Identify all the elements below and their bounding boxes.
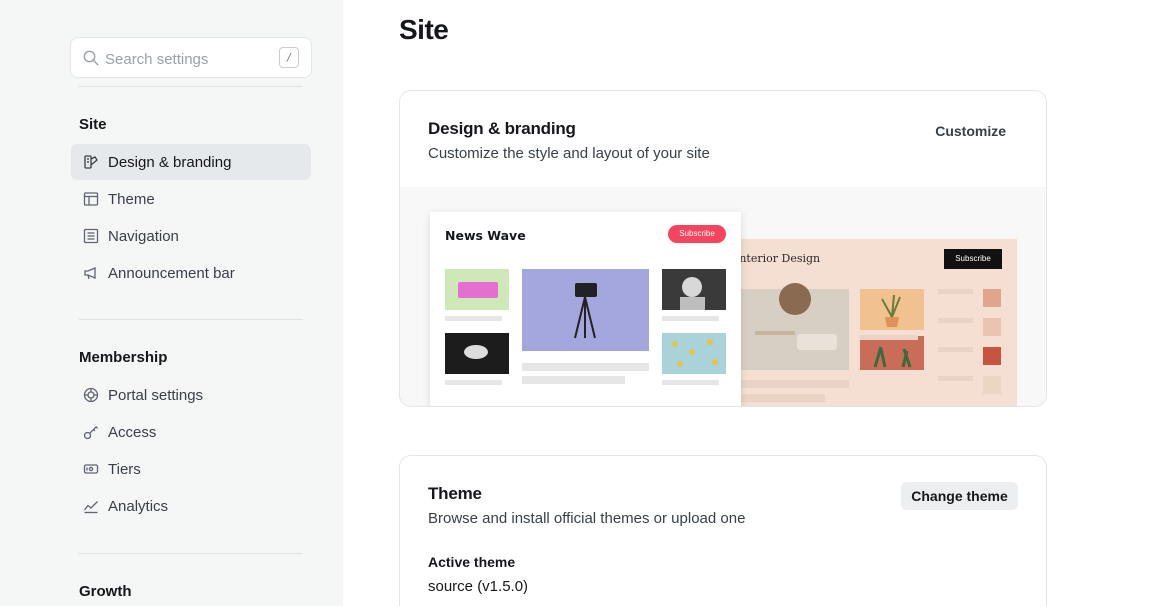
placeholder-bar [938, 376, 973, 381]
sidebar-item-announcement-bar[interactable]: Announcement bar [71, 255, 311, 291]
divider [79, 553, 303, 554]
placeholder-bar [445, 316, 502, 321]
placeholder-bar [740, 394, 825, 402]
placeholder-bar [662, 380, 719, 385]
page-title: Site [399, 14, 449, 45]
megaphone-icon [82, 264, 100, 282]
placeholder-bar [522, 376, 625, 384]
card-title: Design & branding [428, 119, 576, 138]
key-icon [82, 423, 100, 441]
placeholder-bar [445, 380, 502, 385]
list-icon [82, 227, 100, 245]
sidebar-item-label: Announcement bar [108, 264, 235, 282]
sidebar-item-label: Tiers [108, 460, 141, 478]
theme-card: Theme Browse and install official themes… [399, 455, 1047, 606]
brush-icon [82, 153, 100, 171]
card-title: Theme [428, 484, 482, 503]
change-theme-button[interactable]: Change theme [901, 482, 1018, 510]
settings-sidebar: Search settings / Site Design & branding… [0, 0, 343, 606]
sidebar-item-portal-settings[interactable]: Portal settings [71, 377, 311, 413]
placeholder-bar [938, 289, 973, 294]
group-title-growth: Growth [79, 583, 132, 600]
customize-button[interactable]: Customize [935, 123, 1006, 139]
news-wave-preview: News Wave Subscribe [430, 212, 741, 406]
card-description: Customize the style and layout of your s… [428, 145, 710, 162]
sidebar-item-label: Navigation [108, 227, 179, 245]
placeholder-bar [522, 363, 649, 371]
divider [79, 319, 303, 320]
active-theme-label: Active theme [428, 554, 516, 570]
search-placeholder: Search settings [105, 51, 209, 68]
sidebar-item-label: Theme [108, 190, 155, 208]
portal-icon [82, 386, 100, 404]
sidebar-item-navigation[interactable]: Navigation [71, 218, 311, 254]
ticket-icon [82, 460, 100, 478]
sidebar-item-label: Analytics [108, 497, 169, 515]
group-title-site: Site [79, 116, 107, 133]
placeholder-bar [740, 380, 849, 388]
card-description: Browse and install official themes or up… [428, 510, 746, 527]
sidebar-item-tiers[interactable]: Tiers [71, 451, 311, 487]
placeholder-bar [938, 347, 973, 352]
sidebar-item-label: Portal settings [108, 386, 204, 404]
placeholder-bar [860, 335, 918, 340]
placeholder-bar [662, 316, 719, 321]
group-title-membership: Membership [79, 349, 168, 366]
search-icon [83, 50, 99, 66]
sidebar-item-label: Design & branding [108, 153, 232, 171]
sidebar-item-label: Access [108, 423, 157, 441]
search-shortcut-hint: / [279, 47, 299, 68]
layout-icon [82, 190, 100, 208]
design-branding-card: Design & branding Customize the style an… [399, 90, 1047, 407]
interior-design-preview: Interior Design Subscribe [725, 239, 1017, 406]
sidebar-item-analytics[interactable]: Analytics [71, 488, 311, 524]
sidebar-item-theme[interactable]: Theme [71, 181, 311, 217]
search-settings-input[interactable]: Search settings / [70, 37, 312, 78]
placeholder-bar [938, 318, 973, 323]
divider [79, 86, 303, 87]
sidebar-item-access[interactable]: Access [71, 414, 311, 450]
active-theme-value: source (v1.5.0) [428, 578, 529, 595]
chart-icon [82, 497, 100, 515]
theme-preview[interactable]: Interior Design Subscribe News Wave Subs… [400, 187, 1046, 406]
sidebar-item-design-branding[interactable]: Design & branding [71, 144, 311, 180]
